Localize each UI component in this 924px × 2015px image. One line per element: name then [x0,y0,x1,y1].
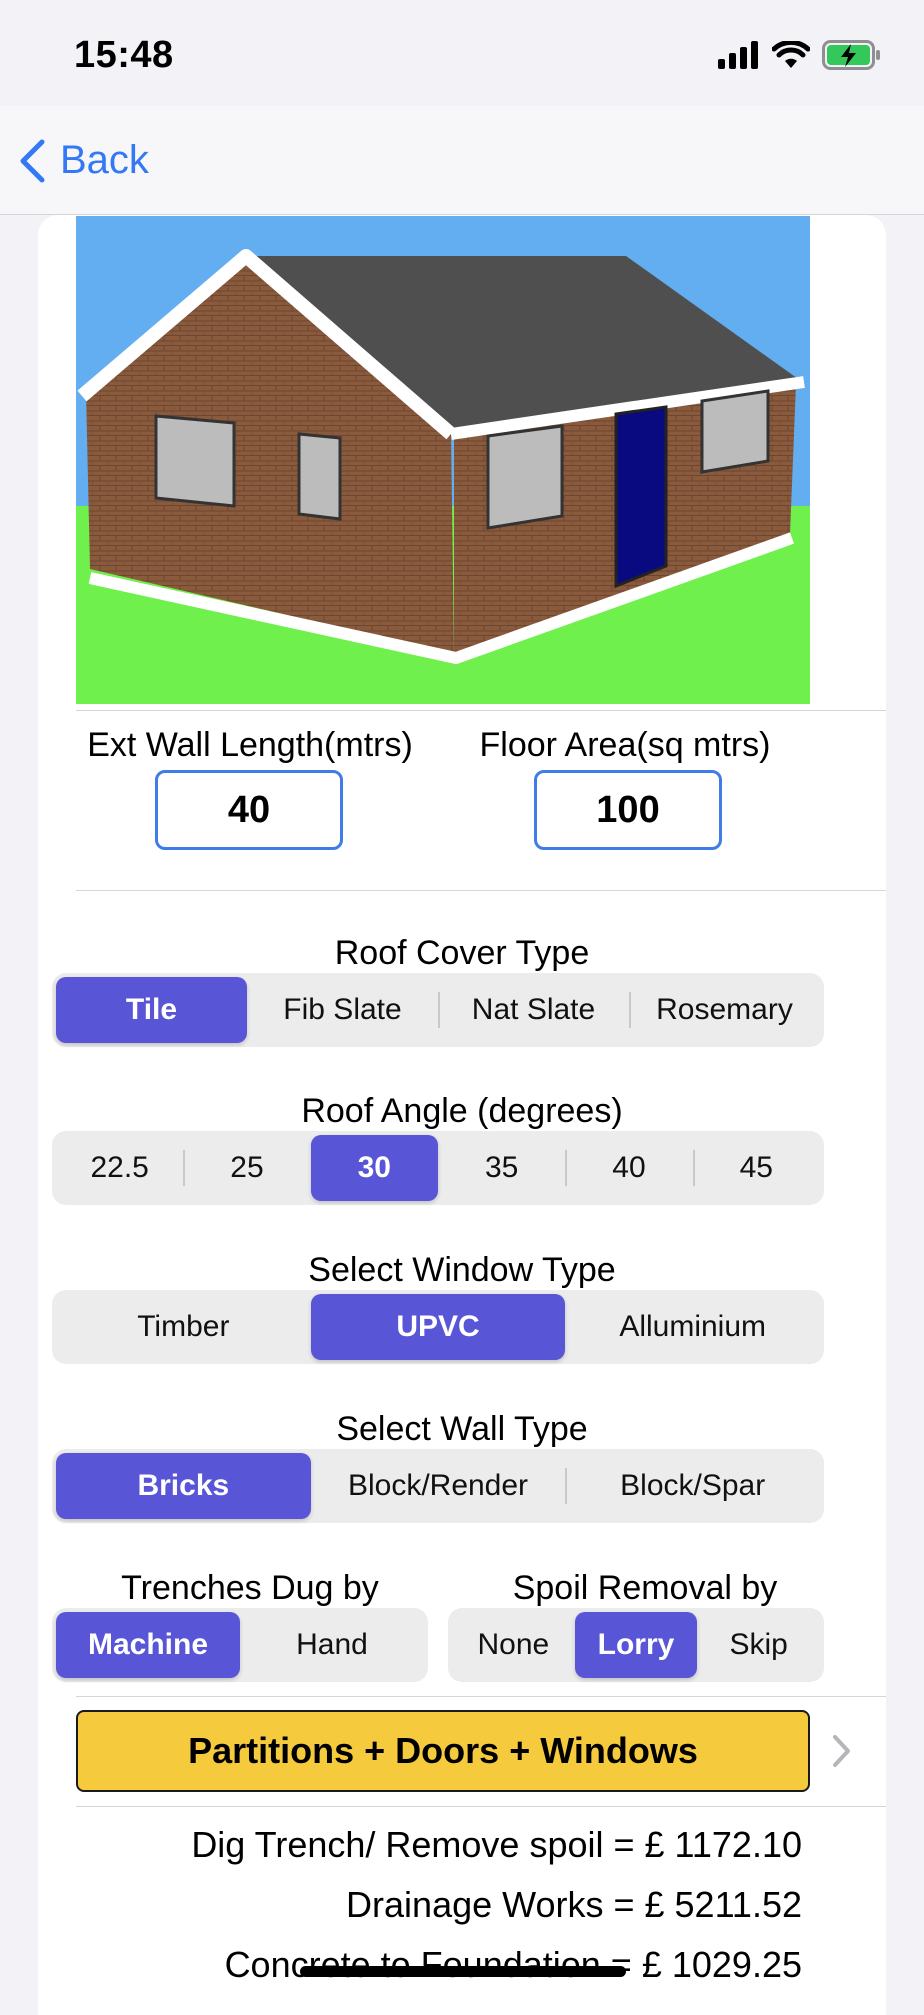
spoil-option-skip[interactable]: Skip [697,1612,820,1678]
roof-angle-option-45[interactable]: 45 [692,1135,820,1201]
wall-type-title: Select Wall Type [336,1410,588,1448]
wall-type-option-block-render[interactable]: Block/Render [311,1453,566,1519]
roof-cover-option-fib-slate[interactable]: Fib Slate [247,977,438,1043]
back-label: Back [60,138,149,182]
floor-area-input[interactable] [534,770,722,850]
cost-drainage-works: Drainage Works = £ 5211.52 [346,1884,802,1925]
window-type-option-timber[interactable]: Timber [56,1294,311,1360]
home-indicator [300,1966,626,1977]
divider [76,1696,886,1697]
cost-dig-trench: Dig Trench/ Remove spoil = £ 1172.10 [191,1824,802,1865]
divider [76,1806,886,1807]
spoil-option-none[interactable]: None [452,1612,575,1678]
roof-angle-option-40[interactable]: 40 [565,1135,692,1201]
partitions-doors-windows-button[interactable]: Partitions + Doors + Windows [76,1710,810,1792]
roof-angle-option-35[interactable]: 35 [438,1135,565,1201]
divider [76,710,886,711]
trenches-option-hand[interactable]: Hand [240,1612,424,1678]
wall-type-option-block-spar[interactable]: Block/Spar [565,1453,820,1519]
wifi-icon [772,41,810,68]
roof-cover-option-nat-slate[interactable]: Nat Slate [438,977,629,1043]
roof-cover-segmented-control: Tile Fib Slate Nat Slate Rosemary [52,973,824,1047]
status-time: 15:48 [74,34,174,76]
spoil-segmented-control: None Lorry Skip [448,1608,824,1682]
roof-angle-segmented-control: 22.5 25 30 35 40 45 [52,1131,824,1205]
trenches-title: Trenches Dug by [121,1569,379,1607]
signal-icon [718,41,758,69]
wall-type-segmented-control: Bricks Block/Render Block/Spar [52,1449,824,1523]
roof-angle-option-25[interactable]: 25 [183,1135,310,1201]
roof-angle-option-30[interactable]: 30 [310,1135,438,1201]
roof-angle-title: Roof Angle (degrees) [301,1092,623,1130]
spoil-title: Spoil Removal by [512,1569,778,1607]
floor-area-label: Floor Area(sq mtrs) [479,726,771,764]
battery-charging-icon [822,40,880,70]
window-type-segmented-control: Timber UPVC Alluminium [52,1290,824,1364]
cost-concrete-foundation: Concrete to Foundation = £ 1029.25 [224,1944,802,1985]
ext-wall-label: Ext Wall Length(mtrs) [87,726,413,764]
back-button[interactable]: Back [18,138,149,183]
ext-wall-length-input[interactable] [155,770,343,850]
window-type-title: Select Window Type [308,1251,616,1289]
roof-cover-option-rosemary[interactable]: Rosemary [629,977,820,1043]
wall-type-option-bricks[interactable]: Bricks [56,1453,311,1519]
window-type-option-upvc[interactable]: UPVC [310,1294,566,1360]
roof-cover-option-tile[interactable]: Tile [56,977,247,1043]
roof-angle-option-22-5[interactable]: 22.5 [56,1135,183,1201]
window-type-option-alluminium[interactable]: Alluminium [565,1294,820,1360]
spoil-option-lorry[interactable]: Lorry [574,1612,698,1678]
trenches-option-machine[interactable]: Machine [56,1612,240,1678]
chevron-right-icon[interactable] [832,1734,852,1768]
chevron-left-icon [20,139,45,182]
house-illustration [76,216,810,704]
status-icons [718,40,882,70]
roof-cover-title: Roof Cover Type [334,934,590,972]
trenches-segmented-control: Machine Hand [52,1608,428,1682]
divider [76,890,886,891]
